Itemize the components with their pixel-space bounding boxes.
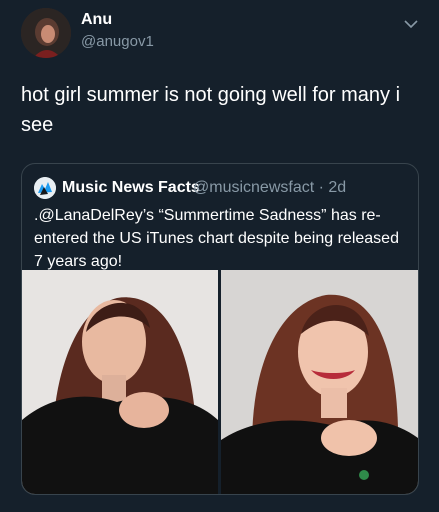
- quoted-author-handle[interactable]: @musicnewsfact: [193, 179, 314, 196]
- lana-smiling-photo[interactable]: [221, 270, 418, 494]
- author-handle[interactable]: @anugov1: [81, 33, 154, 50]
- author-avatar[interactable]: [21, 8, 71, 58]
- quoted-tweet[interactable]: Music News Facts @musicnewsfact · 2d .@L…: [21, 163, 419, 495]
- lana-portrait-photo[interactable]: [22, 270, 218, 494]
- quoted-text: .@LanaDelRey’s “Summertime Sadness” has …: [34, 207, 399, 270]
- quoted-avatar[interactable]: [34, 177, 56, 199]
- quoted-author-meta[interactable]: @musicnewsfact · 2d: [193, 179, 346, 197]
- quoted-age: 2d: [328, 179, 347, 196]
- meta-separator: ·: [318, 179, 324, 196]
- author-name[interactable]: Anu: [81, 11, 112, 29]
- tweet-text: hot girl summer is not going well for ma…: [21, 84, 401, 136]
- quoted-author-name[interactable]: Music News Facts: [62, 179, 200, 197]
- chevron-down-icon[interactable]: [403, 16, 419, 32]
